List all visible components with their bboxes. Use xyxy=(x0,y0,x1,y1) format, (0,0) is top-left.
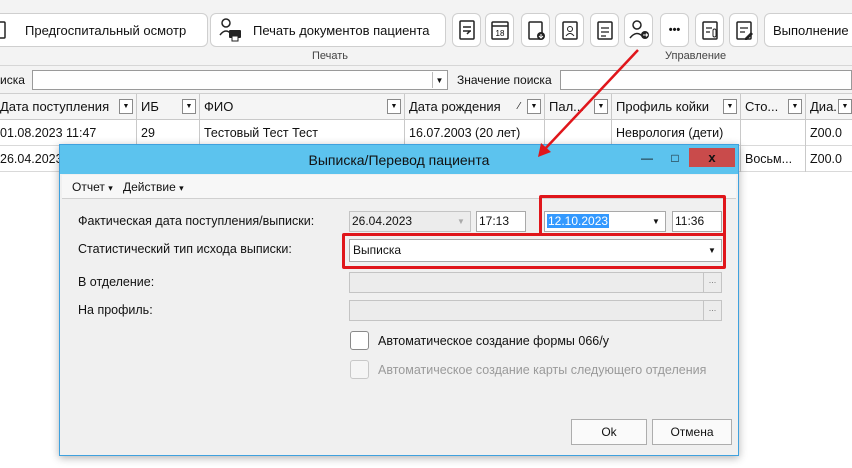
clipboard-thermometer-button[interactable] xyxy=(695,13,724,47)
print-patient-docs-label: Печать документов пациента xyxy=(253,22,430,38)
chevron-down-icon: ▼ xyxy=(457,217,465,226)
cell-admission-date: 01.08.2023 11:47 xyxy=(0,120,137,146)
menu-action[interactable]: Действие ▾ xyxy=(123,180,184,194)
sort-icon: ⁄ xyxy=(518,101,520,112)
department-field[interactable]: ... xyxy=(349,272,722,293)
column-header-diagnosis[interactable]: Диа... ▼ xyxy=(806,94,852,120)
cancel-button[interactable]: Отмена xyxy=(652,419,732,445)
discharge-transfer-dialog: Выписка/Перевод пациента — □ x Отчет ▾ Д… xyxy=(59,144,739,456)
filter-icon[interactable]: ▼ xyxy=(838,99,852,114)
filter-icon[interactable]: ▼ xyxy=(182,99,196,114)
cell-name: Тестовый Тест Тест xyxy=(200,120,405,146)
clipboard-edit-icon xyxy=(735,21,753,40)
clipboard-edit-button[interactable] xyxy=(729,13,758,47)
auto-next-dept-card-label: Автоматическое создание карты следующего… xyxy=(378,363,707,377)
clipboard-download-icon xyxy=(527,21,545,40)
search-bar: иска ▼ Значение поиска xyxy=(0,66,852,94)
maximize-icon: □ xyxy=(671,150,679,165)
cell-ward xyxy=(545,120,612,146)
filter-icon[interactable]: ▼ xyxy=(119,99,133,114)
column-header-cost[interactable]: Сто... ▼ xyxy=(741,94,806,120)
person-transfer-icon xyxy=(628,20,649,39)
document-export-button[interactable] xyxy=(452,13,481,47)
outcome-type-label: Статистический тип исхода выписки: xyxy=(78,242,292,256)
close-icon: x xyxy=(708,150,716,165)
clipboard-icon xyxy=(596,21,613,40)
close-button[interactable]: x xyxy=(689,148,735,167)
auto-next-dept-card-checkbox[interactable] xyxy=(350,360,369,379)
cell-cost xyxy=(741,120,806,146)
search-value-label: Значение поиска xyxy=(457,73,552,87)
id-badge-icon xyxy=(561,21,578,40)
caret-down-icon: ▾ xyxy=(179,183,184,193)
filter-icon[interactable]: ▼ xyxy=(527,99,541,114)
auto-form-066-label: Автоматическое создание формы 066/у xyxy=(378,334,609,348)
filter-icon[interactable]: ▼ xyxy=(723,99,737,114)
highlight-box-outcome-type xyxy=(342,233,726,269)
ok-button[interactable]: Ok xyxy=(571,419,647,445)
maximize-button[interactable]: □ xyxy=(661,148,689,167)
chevron-down-icon[interactable]: ▼ xyxy=(432,72,446,88)
column-header-ward[interactable]: Пал... ▼ xyxy=(545,94,612,120)
person-transfer-button[interactable] xyxy=(624,13,653,47)
column-header-birth-date[interactable]: Дата рождения ⁄ ▼ xyxy=(405,94,545,120)
id-badge-button[interactable] xyxy=(555,13,584,47)
column-header-bed-profile[interactable]: Профиль койки ▼ xyxy=(612,94,741,120)
cell-diagnosis: Z00.0 xyxy=(806,120,852,146)
document-export-icon xyxy=(458,20,475,40)
admission-date-field[interactable]: 26.04.2023 ▼ xyxy=(349,211,471,232)
clipboard-download-button[interactable] xyxy=(521,13,550,47)
caret-down-icon: ▾ xyxy=(108,183,113,193)
execution-button[interactable]: Выполнение xyxy=(764,13,852,47)
clipboard-thermometer-icon xyxy=(701,21,718,40)
column-header-admission-date[interactable]: Дата поступления ▼ xyxy=(0,94,137,120)
filter-icon[interactable]: ▼ xyxy=(788,99,802,114)
pre-hospital-exam-button[interactable]: Предгоспитальный осмотр xyxy=(0,13,208,47)
more-icon: ••• xyxy=(668,24,681,36)
filter-icon[interactable]: ▼ xyxy=(387,99,401,114)
minimize-button[interactable]: — xyxy=(633,148,661,167)
pre-hospital-exam-label: Предгоспитальный осмотр xyxy=(25,22,187,38)
search-field-combo[interactable]: ▼ xyxy=(32,70,448,90)
execution-label: Выполнение xyxy=(773,22,849,38)
ellipsis-button[interactable]: ... xyxy=(703,301,721,320)
actual-date-label: Фактическая дата поступления/выписки: xyxy=(78,214,315,228)
cell-cost: Восьм... xyxy=(741,146,806,172)
menu-report[interactable]: Отчет ▾ xyxy=(72,180,113,194)
auto-form-066-checkbox[interactable] xyxy=(350,331,369,350)
cell-diagnosis: Z00.0 xyxy=(806,146,852,172)
profile-field[interactable]: ... xyxy=(349,300,722,321)
column-header-history-number[interactable]: ИБ ▼ xyxy=(137,94,200,120)
cell-bed-profile: Неврология (дети) xyxy=(612,120,741,146)
search-field-label: иска xyxy=(0,73,25,87)
clipboard-button[interactable] xyxy=(590,13,619,47)
search-value-input[interactable] xyxy=(560,70,852,90)
more-button[interactable]: ••• xyxy=(660,13,689,47)
table-row[interactable]: 01.08.2023 11:47 29 Тестовый Тест Тест 1… xyxy=(0,120,852,146)
dialog-titlebar[interactable]: Выписка/Перевод пациента — □ x xyxy=(60,145,738,174)
admission-time-field[interactable]: 17:13 xyxy=(476,211,526,232)
group-label-print: Печать xyxy=(312,50,349,62)
ribbon-toolbar: Предгоспитальный осмотр Печать документо… xyxy=(0,6,852,66)
group-label-manage: Управление xyxy=(665,50,727,62)
cell-birth-date: 16.07.2003 (20 лет) xyxy=(405,120,545,146)
cell-history-number: 29 xyxy=(137,120,200,146)
calendar-button[interactable]: 18 xyxy=(485,13,514,47)
printer-person-icon xyxy=(217,16,243,45)
svg-text:18: 18 xyxy=(495,29,504,38)
filter-icon[interactable]: ▼ xyxy=(594,99,608,114)
clipboard-icon xyxy=(0,19,7,42)
print-patient-docs-button[interactable]: Печать документов пациента xyxy=(210,13,446,47)
column-header-name[interactable]: ФИО ▼ xyxy=(200,94,405,120)
grid-header: Дата поступления ▼ ИБ ▼ ФИО ▼ Дата рождения… xyxy=(0,94,852,120)
calendar-18-icon: 18 xyxy=(490,21,509,40)
minimize-icon: — xyxy=(641,150,653,165)
ellipsis-button[interactable]: ... xyxy=(703,273,721,292)
highlight-box-discharge-datetime xyxy=(539,195,726,236)
department-label: В отделение: xyxy=(78,275,155,289)
profile-label: На профиль: xyxy=(78,303,153,317)
